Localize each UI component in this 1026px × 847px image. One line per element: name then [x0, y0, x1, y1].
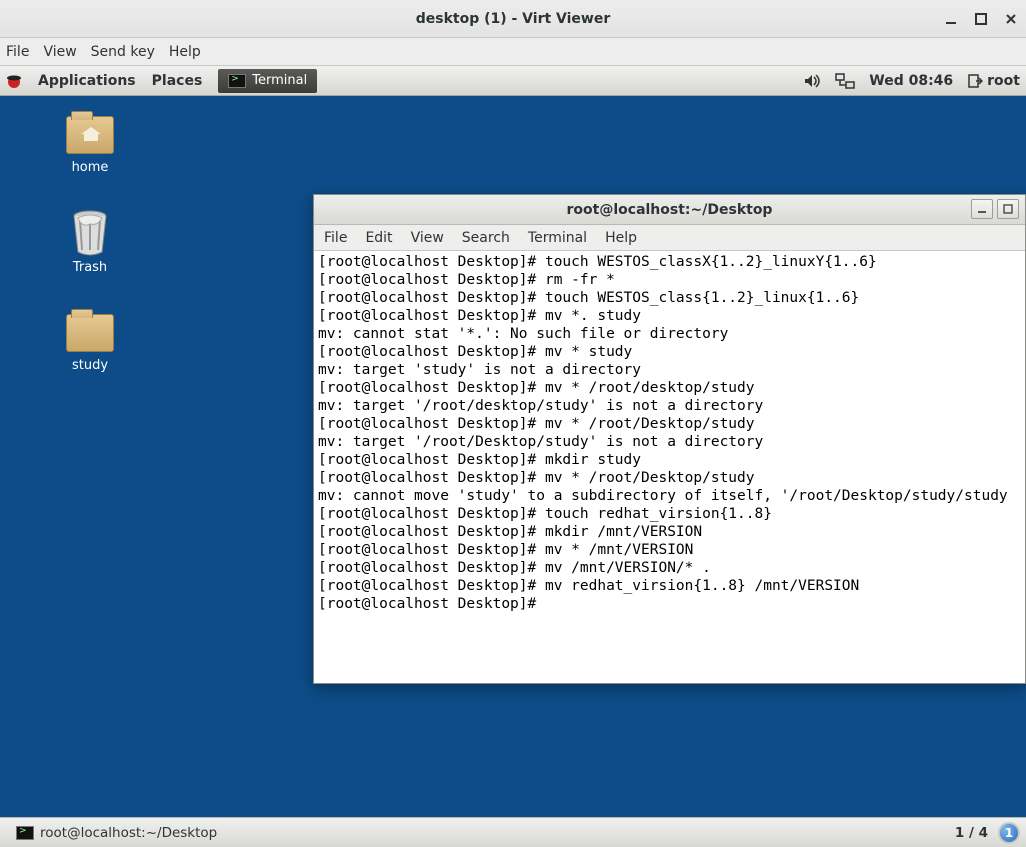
desktop-icon-trash[interactable]: Trash	[50, 208, 130, 275]
user-menu[interactable]: root	[967, 73, 1020, 89]
terminal-menu-file[interactable]: File	[324, 230, 347, 246]
close-button[interactable]	[1004, 12, 1018, 26]
taskbar-terminal-button[interactable]: Terminal	[218, 69, 317, 93]
folder-icon	[66, 116, 114, 154]
volume-icon[interactable]	[803, 73, 821, 89]
desktop-icon-study[interactable]: study	[50, 314, 130, 373]
gnome-bottom-panel: root@localhost:~/Desktop 1 / 4 1	[0, 817, 1026, 847]
network-icon[interactable]	[835, 73, 855, 89]
terminal-menu-terminal[interactable]: Terminal	[528, 230, 587, 246]
applications-menu[interactable]: Applications	[38, 73, 136, 89]
virt-viewer-menubar: File View Send key Help	[0, 38, 1026, 66]
taskbar-item-terminal-label: root@localhost:~/Desktop	[40, 825, 217, 841]
distro-icon	[6, 73, 22, 89]
virt-viewer-titlebar[interactable]: desktop (1) - Virt Viewer	[0, 0, 1026, 38]
terminal-window[interactable]: root@localhost:~/Desktop File Edit View …	[313, 194, 1026, 684]
guest-desktop: Applications Places Terminal Wed 08:46 r…	[0, 66, 1026, 847]
trash-icon	[68, 208, 112, 256]
vv-menu-view[interactable]: View	[43, 44, 76, 60]
terminal-titlebar[interactable]: root@localhost:~/Desktop	[314, 195, 1025, 225]
terminal-menubar: File Edit View Search Terminal Help	[314, 225, 1025, 251]
terminal-menu-edit[interactable]: Edit	[365, 230, 392, 246]
vv-menu-help[interactable]: Help	[169, 44, 201, 60]
terminal-menu-view[interactable]: View	[411, 230, 444, 246]
desktop-icon-study-label: study	[50, 358, 130, 373]
workspace-badge[interactable]: 1	[998, 822, 1020, 844]
vv-menu-sendkey[interactable]: Send key	[91, 44, 155, 60]
taskbar-item-terminal[interactable]: root@localhost:~/Desktop	[6, 823, 227, 843]
clock[interactable]: Wed 08:46	[869, 73, 953, 89]
virt-viewer-title: desktop (1) - Virt Viewer	[0, 11, 1026, 27]
terminal-body[interactable]: [root@localhost Desktop]# touch WESTOS_c…	[314, 251, 1025, 683]
gnome-top-panel: Applications Places Terminal Wed 08:46 r…	[0, 66, 1026, 96]
taskbar-terminal-label: Terminal	[252, 73, 307, 88]
desktop-icon-trash-label: Trash	[50, 260, 130, 275]
terminal-menu-search[interactable]: Search	[462, 230, 510, 246]
workspace-indicator[interactable]: 1 / 4	[955, 825, 988, 841]
terminal-menu-help[interactable]: Help	[605, 230, 637, 246]
maximize-button[interactable]	[974, 12, 988, 26]
logout-icon	[967, 73, 983, 89]
terminal-icon	[16, 826, 34, 840]
terminal-icon	[228, 74, 246, 88]
terminal-minimize-button[interactable]	[971, 199, 993, 219]
terminal-title: root@localhost:~/Desktop	[314, 202, 1025, 218]
user-label: root	[987, 73, 1020, 89]
minimize-button[interactable]	[944, 12, 958, 26]
vv-menu-file[interactable]: File	[6, 44, 29, 60]
terminal-maximize-button[interactable]	[997, 199, 1019, 219]
places-menu[interactable]: Places	[152, 73, 203, 89]
desktop-icon-home-label: home	[50, 160, 130, 175]
folder-icon	[66, 314, 114, 352]
desktop-icon-home[interactable]: home	[50, 116, 130, 175]
